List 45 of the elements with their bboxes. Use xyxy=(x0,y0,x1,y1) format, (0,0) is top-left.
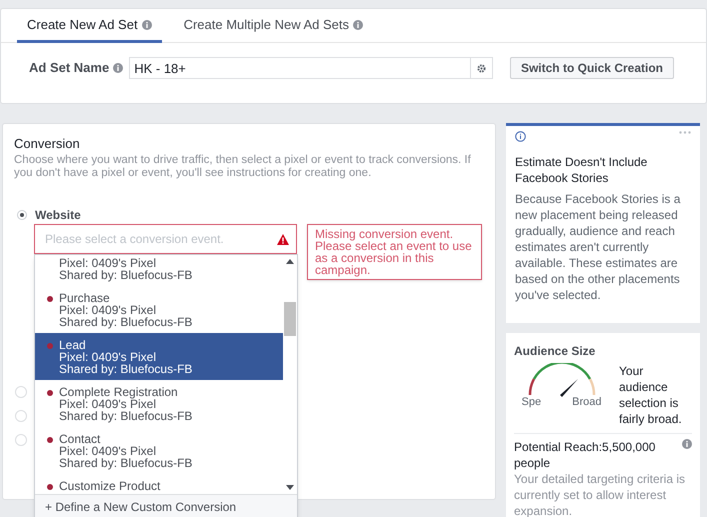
info-icon xyxy=(353,20,364,30)
switch-quick-creation-button[interactable]: Switch to Quick Creation xyxy=(510,57,674,79)
radio-button[interactable] xyxy=(15,410,27,422)
event-option[interactable]: Purchase Pixel: 0409's Pixel Shared by: Bluefocus-FB xyxy=(35,286,283,333)
tab[interactable]: Create New Ad Set xyxy=(17,9,162,43)
event-option[interactable]: Contact Pixel: 0409's Pixel Shared by: Bluefocus-FB xyxy=(35,427,283,474)
card-body: Because Facebook Stories is a new placement being released gradually, audience and reach estimates aren't currently available. These estimates are based on the other placements you've selected. xyxy=(515,191,682,303)
bullet-icon xyxy=(47,343,53,349)
section-description: Choose where you want to drive traffic, then select a pixel or event to track conversions. If you don't have a pixel or event, you'll see instructions for creating one. xyxy=(14,154,472,180)
tab[interactable]: Create Multiple New Ad Sets xyxy=(174,9,374,43)
gauge-high-label: Broad xyxy=(572,397,602,408)
bullet-icon xyxy=(47,390,53,396)
radio-button[interactable] xyxy=(17,210,27,220)
scroll-up-icon[interactable] xyxy=(286,259,294,264)
card-title: Estimate Doesn't Include Facebook Stories xyxy=(515,154,648,186)
option-label: Website xyxy=(35,206,81,224)
info-icon xyxy=(113,63,124,73)
gauge-low-label: Spe xyxy=(522,397,542,408)
settings-icon[interactable] xyxy=(477,64,486,72)
event-option[interactable]: Customize Product xyxy=(35,474,283,494)
radio-button[interactable] xyxy=(15,386,27,398)
scrollbar-thumb[interactable] xyxy=(284,302,296,336)
bullet-icon xyxy=(47,484,53,490)
info-icon xyxy=(682,439,692,449)
potential-reach: Potential Reach:5,500,000 people xyxy=(514,439,656,471)
radio-button[interactable] xyxy=(15,434,27,446)
define-custom-conversion-link[interactable]: + Define a New Custom Conversion xyxy=(35,494,297,517)
more-icon[interactable] xyxy=(679,131,691,134)
info-icon xyxy=(515,131,526,142)
gauge-drawing xyxy=(526,363,598,397)
bullet-icon xyxy=(47,437,53,443)
audience-summary: Your audience selection is fairly broad. xyxy=(619,363,683,427)
bullet-icon xyxy=(47,296,53,302)
card-title: Audience Size xyxy=(514,343,596,360)
event-field[interactable]: Please select a conversion event. xyxy=(34,224,297,254)
event-option[interactable]: Complete Registration Pixel: 0409's Pixel Shared by: Bluefocus-FB xyxy=(35,380,283,427)
event-option[interactable]: Pixel: 0409's Pixel Shared by: Bluefocus-FB xyxy=(35,255,283,286)
field-label: Ad Set Name xyxy=(29,59,110,78)
event-option[interactable]: Lead Pixel: 0409's Pixel Shared by: Bluefocus-FB xyxy=(35,333,283,380)
error-tooltip: Missing conversion event. Please select an event to use as a conversion in this campaign. xyxy=(307,224,482,280)
section-title: Conversion xyxy=(14,135,81,153)
scroll-down-icon[interactable] xyxy=(286,485,294,490)
name-field[interactable]: HK - 18+ xyxy=(129,57,472,79)
info-icon xyxy=(142,20,152,30)
warning-icon xyxy=(277,234,289,245)
